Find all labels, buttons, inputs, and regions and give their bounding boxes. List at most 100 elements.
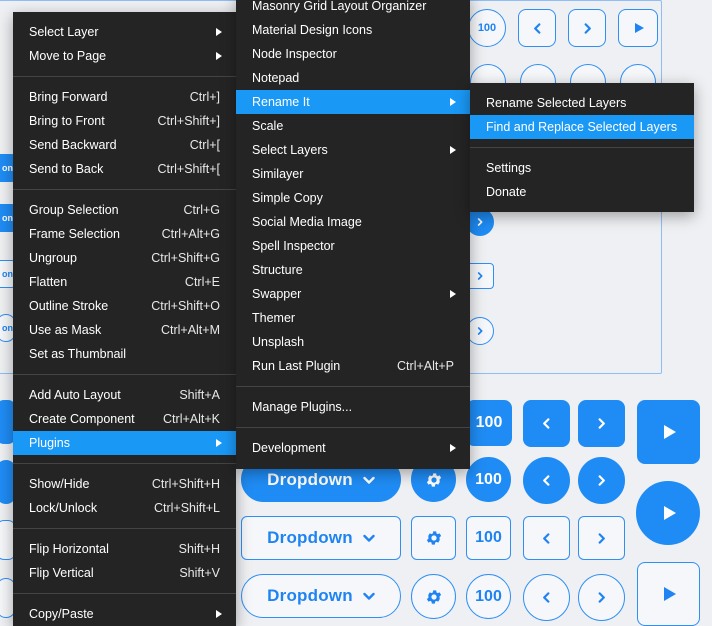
context-menu-item-outline-stroke[interactable]: Outline Stroke Ctrl+Shift+O <box>13 294 236 318</box>
play-icon <box>664 587 676 601</box>
plugins-menu-item-simple-copy[interactable]: Simple Copy <box>236 186 470 210</box>
context-menu-item-send-to-back[interactable]: Send to Back Ctrl+Shift+[ <box>13 157 236 181</box>
plugins-menu-item-social-media-image[interactable]: Social Media Image <box>236 210 470 234</box>
gear-icon <box>426 472 441 487</box>
context-menu-item-send-backward[interactable]: Send Backward Ctrl+[ <box>13 133 236 157</box>
submenu-arrow-icon <box>450 290 456 298</box>
context-menu-item-bring-to-front[interactable]: Bring to Front Ctrl+Shift+] <box>13 109 236 133</box>
next-button-small-outline[interactable] <box>466 317 494 345</box>
prev-button-large[interactable] <box>523 400 570 447</box>
play-button-large[interactable] <box>637 400 700 464</box>
menu-item-label: Select Layer <box>29 25 99 39</box>
next-button-small-filled[interactable] <box>466 208 494 236</box>
menu-item-shortcut: Ctrl+G <box>183 203 220 217</box>
context-menu-item-set-as-thumbnail[interactable]: Set as Thumbnail <box>13 342 236 366</box>
next-button-outline[interactable] <box>578 516 625 560</box>
next-button-round[interactable] <box>578 457 625 504</box>
chevron-right-icon <box>598 418 605 429</box>
number-button-large[interactable]: 100 <box>466 400 512 446</box>
next-button-large[interactable] <box>578 400 625 447</box>
number-button-outline-round[interactable]: 100 <box>466 574 511 619</box>
submenu-arrow-icon <box>216 52 222 60</box>
menu-separator <box>236 386 470 387</box>
menu-item-label: Find and Replace Selected Layers <box>486 120 678 134</box>
plugins-menu-item-material-design-icons[interactable]: Material Design Icons <box>236 18 470 42</box>
rename-menu-item-settings[interactable]: Settings <box>470 156 694 180</box>
menu-item-label: Set as Thumbnail <box>29 347 127 361</box>
number-button-outline[interactable]: 100 <box>466 516 511 560</box>
context-menu-item-use-as-mask[interactable]: Use as Mask Ctrl+Alt+M <box>13 318 236 342</box>
number-button-round[interactable]: 100 <box>466 457 511 502</box>
plugins-menu-item-notepad[interactable]: Notepad <box>236 66 470 90</box>
context-menu-item-group-selection[interactable]: Group Selection Ctrl+G <box>13 198 236 222</box>
context-menu-item-bring-forward[interactable]: Bring Forward Ctrl+] <box>13 85 236 109</box>
settings-button-outline-round[interactable] <box>411 574 456 619</box>
next-button-outline-round[interactable] <box>578 574 625 621</box>
context-menu-item-move-to-page[interactable]: Move to Page <box>13 44 236 68</box>
menu-item-label: Bring Forward <box>29 90 108 104</box>
menu-item-label: Settings <box>486 161 532 175</box>
menu-separator <box>13 76 236 77</box>
context-menu-item-show-hide[interactable]: Show/Hide Ctrl+Shift+H <box>13 472 236 496</box>
dropdown-button-outline-pill[interactable]: Dropdown <box>241 574 401 618</box>
rename-menu-item-rename-selected-layers[interactable]: Rename Selected Layers <box>470 91 694 115</box>
context-menu-item-frame-selection[interactable]: Frame Selection Ctrl+Alt+G <box>13 222 236 246</box>
plugins-menu-item-run-last-plugin[interactable]: Run Last Plugin Ctrl+Alt+P <box>236 354 470 378</box>
play-button-outline[interactable] <box>637 562 700 626</box>
plugins-menu-item-rename-it[interactable]: Rename It <box>236 90 470 114</box>
plugins-menu-item-themer[interactable]: Themer <box>236 306 470 330</box>
plugins-menu-item-structure[interactable]: Structure <box>236 258 470 282</box>
plugins-menu-item-masonry-grid-layout-organizer[interactable]: Masonry Grid Layout Organizer <box>236 0 470 18</box>
rename-menu-item-donate[interactable]: Donate <box>470 180 694 204</box>
rename-it-submenu: Rename Selected Layers Find and Replace S… <box>470 83 694 212</box>
menu-item-shortcut: Shift+A <box>179 388 220 402</box>
plugins-menu-item-swapper[interactable]: Swapper <box>236 282 470 306</box>
context-menu-item-plugins[interactable]: Plugins <box>13 431 236 455</box>
context-menu-item-add-auto-layout[interactable]: Add Auto Layout Shift+A <box>13 383 236 407</box>
settings-button-outline[interactable] <box>411 516 456 560</box>
menu-item-label: Social Media Image <box>252 215 362 229</box>
plugins-menu-item-unsplash[interactable]: Unsplash <box>236 330 470 354</box>
play-button-round[interactable] <box>636 481 700 545</box>
menu-item-label: Donate <box>486 185 527 199</box>
menu-item-shortcut: Ctrl+Alt+G <box>161 227 220 241</box>
plugins-menu-item-node-inspector[interactable]: Node Inspector <box>236 42 470 66</box>
context-menu-item-flip-vertical[interactable]: Flip Vertical Shift+V <box>13 561 236 585</box>
context-menu-item-flatten[interactable]: Flatten Ctrl+E <box>13 270 236 294</box>
plugins-menu-item-development[interactable]: Development <box>236 436 470 460</box>
plugins-menu-item-select-layers[interactable]: Select Layers <box>236 138 470 162</box>
number-button[interactable]: 100 <box>468 9 506 47</box>
number-label: 100 <box>475 587 502 605</box>
context-menu-item-create-component[interactable]: Create Component Ctrl+Alt+K <box>13 407 236 431</box>
next-button[interactable] <box>568 9 606 47</box>
menu-item-shortcut: Ctrl+E <box>184 275 220 289</box>
dropdown-button-outline[interactable]: Dropdown <box>241 516 401 560</box>
prev-button[interactable] <box>518 9 556 47</box>
menu-item-label: Move to Page <box>29 49 107 63</box>
chevron-right-icon <box>598 475 605 486</box>
menu-item-label: Rename It <box>252 95 310 109</box>
menu-item-label: Flip Horizontal <box>29 542 109 556</box>
prev-button-outline[interactable] <box>523 516 570 560</box>
chevron-left-icon <box>543 592 550 603</box>
plugins-menu-item-scale[interactable]: Scale <box>236 114 470 138</box>
rename-menu-item-find-and-replace-selected-layers[interactable]: Find and Replace Selected Layers <box>470 115 694 139</box>
plugins-menu-item-spell-inspector[interactable]: Spell Inspector <box>236 234 470 258</box>
play-button[interactable] <box>618 9 658 47</box>
plugins-menu-item-manage-plugins[interactable]: Manage Plugins... <box>236 395 470 419</box>
menu-item-label: Ungroup <box>29 251 77 265</box>
context-menu-item-ungroup[interactable]: Ungroup Ctrl+Shift+G <box>13 246 236 270</box>
plugins-menu-item-similayer[interactable]: Similayer <box>236 162 470 186</box>
prev-button-round[interactable] <box>523 457 570 504</box>
next-button-small[interactable] <box>466 263 494 289</box>
menu-item-label: Select Layers <box>252 143 328 157</box>
menu-item-label: Use as Mask <box>29 323 102 337</box>
menu-item-label: Spell Inspector <box>252 239 335 253</box>
context-menu-item-copy-paste[interactable]: Copy/Paste <box>13 602 236 626</box>
context-menu-item-flip-horizontal[interactable]: Flip Horizontal Shift+H <box>13 537 236 561</box>
menu-separator <box>470 147 694 148</box>
menu-item-label: Bring to Front <box>29 114 105 128</box>
context-menu-item-lock-unlock[interactable]: Lock/Unlock Ctrl+Shift+L <box>13 496 236 520</box>
context-menu-item-select-layer[interactable]: Select Layer <box>13 20 236 44</box>
prev-button-outline-round[interactable] <box>523 574 570 621</box>
